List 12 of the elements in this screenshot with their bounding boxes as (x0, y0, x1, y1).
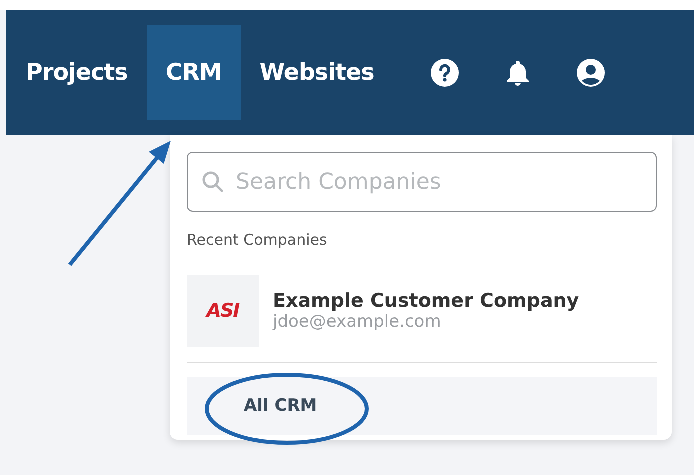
company-email: jdoe@example.com (273, 312, 442, 332)
section-title: Recent Companies (187, 231, 328, 249)
nav-tab[interactable]: CRM (146, 25, 241, 120)
nav-tab[interactable]: Projects (20, 25, 147, 120)
user-icon[interactable] (577, 58, 606, 86)
nav-tab[interactable]: Websites (240, 25, 394, 120)
help-icon[interactable] (431, 58, 460, 86)
company-name[interactable]: Example Customer Company (273, 290, 580, 312)
search-field[interactable]: Search Companies (187, 152, 657, 212)
company-logo: ASI (187, 275, 259, 347)
all-crm-link[interactable]: All CRM (244, 396, 318, 416)
search-icon (202, 171, 224, 193)
